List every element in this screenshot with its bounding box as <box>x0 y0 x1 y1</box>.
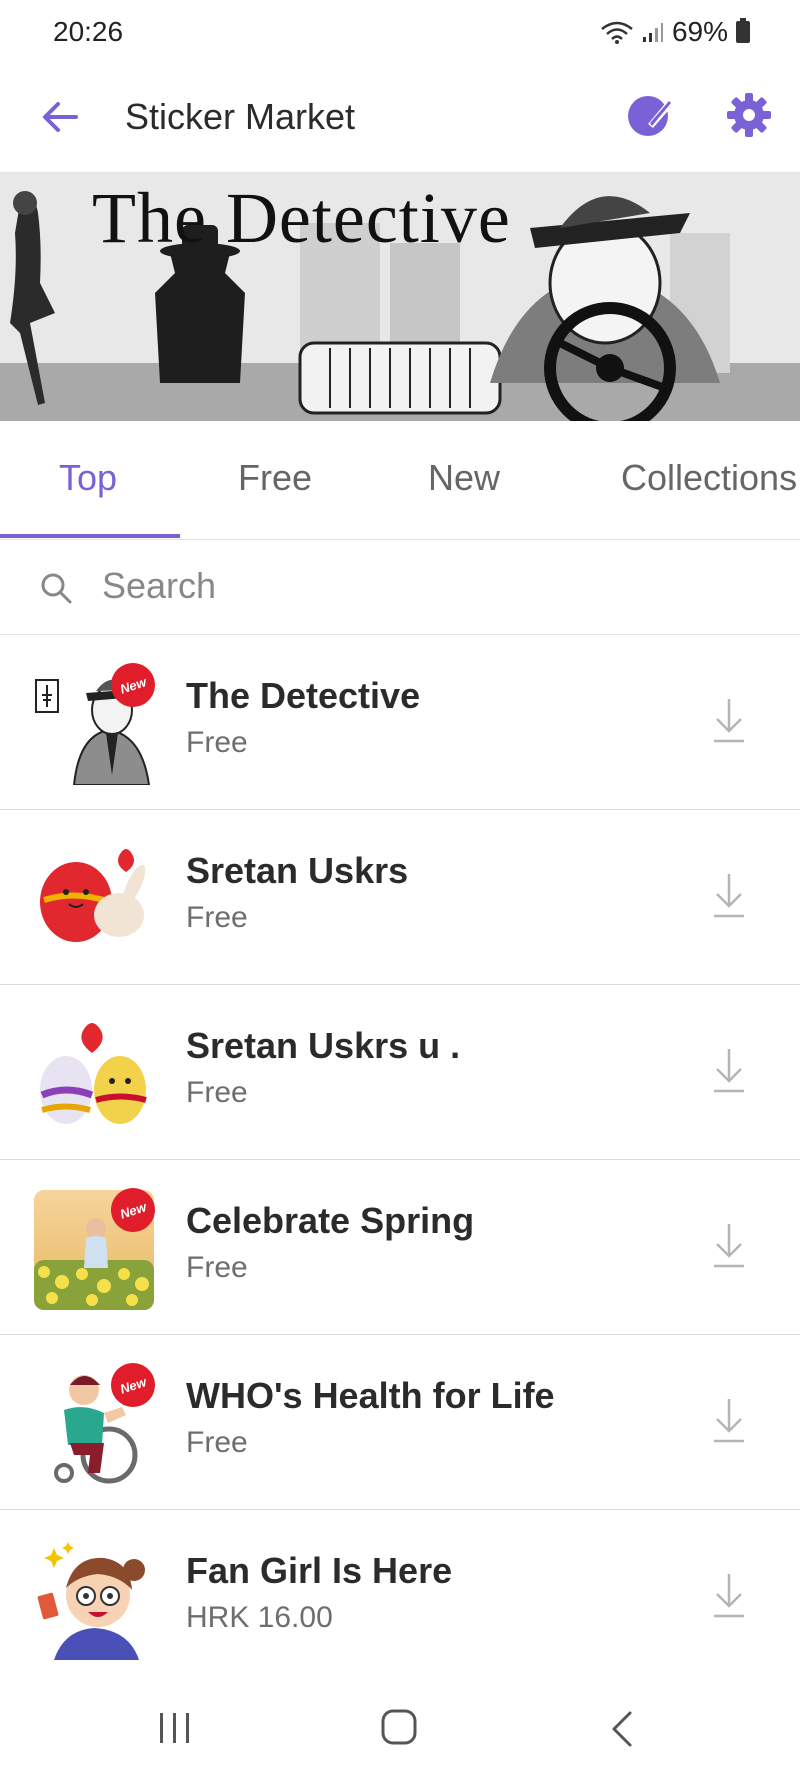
sticker-pack-name: Sretan Uskrs u . <box>186 1025 461 1066</box>
page-title: Sticker Market <box>125 96 356 137</box>
download-icon[interactable] <box>712 1222 746 1268</box>
battery-icon <box>736 18 750 43</box>
banner-title: The Detective <box>92 178 511 258</box>
search-icon <box>41 573 72 604</box>
sticker-pack-row[interactable]: New The Detective Free <box>0 635 800 810</box>
signal-icon <box>642 23 663 42</box>
sticker-pack-row[interactable]: New Celebrate Spring Free <box>0 1160 800 1335</box>
download-icon[interactable] <box>712 872 746 918</box>
search-bar <box>0 540 800 635</box>
sticker-pack-name: The Detective <box>186 675 421 716</box>
sticker-pack-list: New The Detective Free Sretan Uskrs Free <box>0 635 800 1684</box>
easter-eggs-heart-thumbnail <box>40 1023 147 1124</box>
sticker-pack-price: Free <box>186 901 248 934</box>
tab-new[interactable]: New <box>428 457 500 499</box>
active-tab-indicator <box>0 534 180 538</box>
sticker-pack-name: Fan Girl Is Here <box>186 1550 453 1591</box>
sticker-pack-row[interactable]: New WHO's Health for Life Free <box>0 1335 800 1510</box>
sticker-pack-name: WHO's Health for Life <box>186 1375 555 1416</box>
sticker-pack-name: Celebrate Spring <box>186 1200 475 1241</box>
status-bar: 20:26 69% <box>0 0 800 66</box>
app-bar: Sticker Market <box>0 70 800 170</box>
download-icon[interactable] <box>712 1397 746 1443</box>
wifi-icon <box>601 21 633 44</box>
sticker-pack-name: Sretan Uskrs <box>186 850 409 891</box>
battery-percent: 69% <box>671 16 728 47</box>
sticker-pack-price: Free <box>186 1251 248 1284</box>
download-icon[interactable] <box>712 1572 746 1618</box>
home-icon[interactable] <box>380 1708 418 1746</box>
create-sticker-icon[interactable] <box>626 88 678 140</box>
sticker-pack-row[interactable]: Sretan Uskrs u . Free <box>0 985 800 1160</box>
sticker-pack-price: Free <box>186 726 248 759</box>
settings-gear-icon[interactable] <box>724 90 774 140</box>
download-icon[interactable] <box>712 1047 746 1093</box>
back-arrow-icon[interactable] <box>36 92 86 142</box>
fan-girl-thumbnail <box>37 1542 145 1660</box>
search-input[interactable] <box>100 560 754 612</box>
status-icons: 69% <box>600 16 750 48</box>
tab-free[interactable]: Free <box>238 457 312 499</box>
category-tabs: Top Free New Collections <box>0 421 800 540</box>
system-back-icon[interactable] <box>610 1710 634 1748</box>
sticker-pack-row[interactable]: Sretan Uskrs Free <box>0 810 800 985</box>
tab-top[interactable]: Top <box>59 457 117 499</box>
sticker-pack-price: Free <box>186 1076 248 1109</box>
sticker-pack-price: Free <box>186 1426 248 1459</box>
status-time: 20:26 <box>53 16 124 47</box>
tab-collections[interactable]: Collections <box>621 457 797 499</box>
sticker-pack-price: HRK 16.00 <box>186 1601 333 1634</box>
recent-apps-icon[interactable] <box>158 1710 192 1746</box>
easter-egg-bunny-thumbnail <box>40 849 146 942</box>
sticker-pack-row[interactable]: Fan Girl Is Here HRK 16.00 <box>0 1510 800 1684</box>
system-navigation-bar <box>0 1680 800 1778</box>
featured-banner[interactable]: The Detective <box>0 173 800 421</box>
download-icon[interactable] <box>712 697 746 743</box>
